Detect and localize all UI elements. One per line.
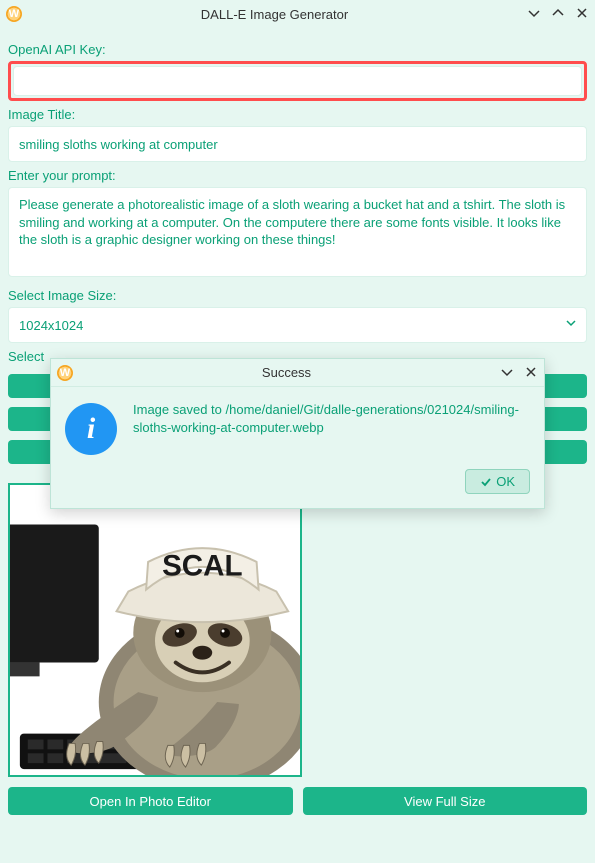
ok-button-label: OK — [496, 474, 515, 489]
main-titlebar: W DALL-E Image Generator — [0, 0, 595, 28]
prompt-label: Enter your prompt: — [8, 168, 587, 183]
minimize-icon[interactable] — [500, 365, 514, 381]
app-icon: W — [57, 365, 73, 381]
open-editor-button[interactable]: Open In Photo Editor — [8, 787, 293, 815]
success-dialog: W Success i Image saved to /home/daniel/… — [50, 358, 545, 509]
window-title: DALL-E Image Generator — [22, 7, 527, 22]
api-key-highlight — [8, 61, 587, 101]
info-icon: i — [65, 403, 117, 455]
minimize-icon[interactable] — [527, 6, 541, 22]
generated-image: SCAL — [8, 483, 302, 777]
app-icon: W — [6, 6, 22, 22]
view-full-size-button[interactable]: View Full Size — [303, 787, 588, 815]
maximize-icon[interactable] — [551, 6, 565, 22]
prompt-textarea[interactable]: Please generate a photorealistic image o… — [8, 187, 587, 277]
image-title-input[interactable] — [8, 126, 587, 162]
dialog-message: Image saved to /home/daniel/Git/dalle-ge… — [133, 401, 530, 455]
ok-button[interactable]: OK — [465, 469, 530, 494]
check-icon — [480, 476, 492, 488]
dialog-titlebar: W Success — [51, 359, 544, 387]
api-key-input[interactable] — [13, 66, 582, 96]
hat-text: SCAL — [162, 550, 243, 583]
api-key-label: OpenAI API Key: — [8, 42, 587, 57]
image-size-select[interactable]: 1024x1024 — [8, 307, 587, 343]
close-icon[interactable] — [524, 365, 538, 381]
image-title-label: Image Title: — [8, 107, 587, 122]
close-icon[interactable] — [575, 6, 589, 22]
image-size-label: Select Image Size: — [8, 288, 587, 303]
dialog-title: Success — [73, 365, 500, 380]
